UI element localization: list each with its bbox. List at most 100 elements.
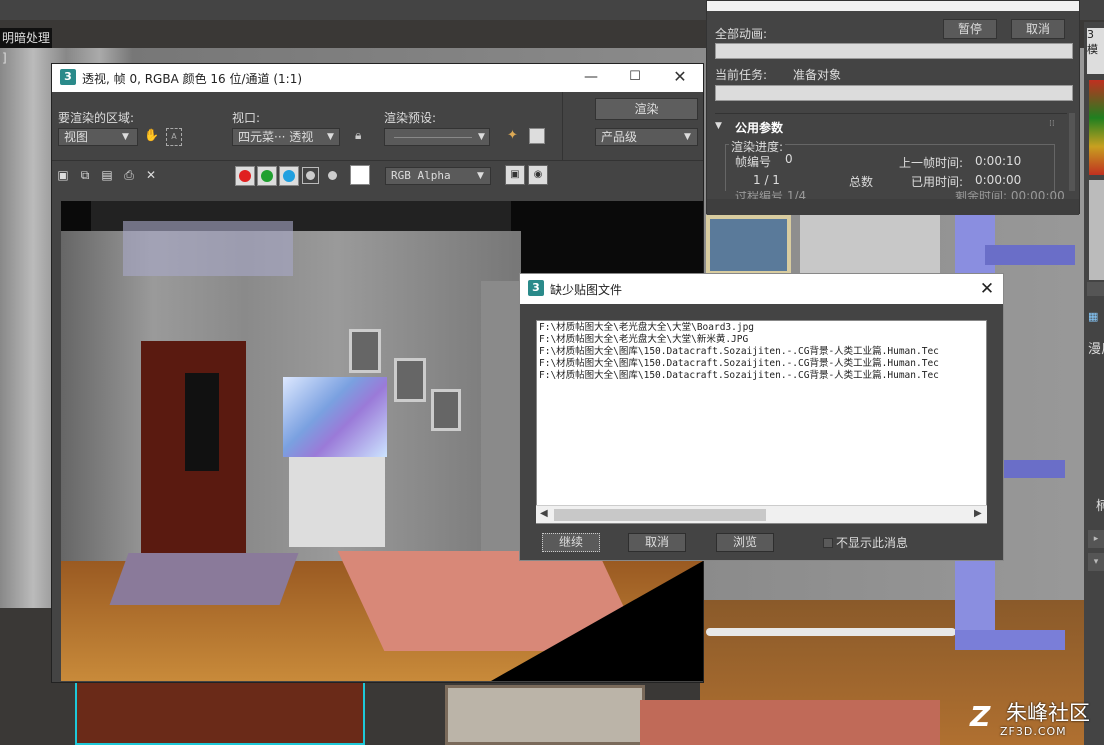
dialog-title-bar[interactable]: 3 缺少贴图文件 ✕ xyxy=(520,274,1003,304)
scene-shelf xyxy=(985,245,1075,265)
production-level-select[interactable]: 产品级 xyxy=(595,128,698,146)
render-rug-left xyxy=(109,553,299,605)
app-logo-icon: 3 xyxy=(60,69,76,85)
panel-button[interactable] xyxy=(1087,282,1104,296)
browse-button[interactable]: 浏览 xyxy=(716,533,774,552)
dropdown-arrow-icon[interactable]: ▼ xyxy=(122,128,129,146)
rollout-title[interactable]: 公用参数 xyxy=(735,119,783,136)
viewport-label[interactable]: 明暗处理 ] xyxy=(0,28,52,65)
render-button[interactable]: 渲染 xyxy=(595,98,698,120)
frame-number-value: 0 xyxy=(785,152,793,166)
toolbar-divider xyxy=(562,92,563,160)
render-preset-label: 渲染预设: xyxy=(384,111,437,125)
dialog-title: 缺少贴图文件 xyxy=(550,283,623,297)
material-preview-swatch[interactable] xyxy=(1089,80,1104,175)
window-title-bar[interactable] xyxy=(707,1,1079,11)
remaining-time-label: 剩余时间: 00:00:00 xyxy=(955,191,1065,199)
list-item[interactable]: F:\材质帖图大全\图库\150.Datacraft.Sozaijiten.-.… xyxy=(539,370,939,382)
window-title-bar[interactable]: 3 透视, 帧 0, RGBA 颜色 16 位/通道 (1:1) — ☐ ✕ xyxy=(52,64,703,92)
scene-rug xyxy=(445,685,645,745)
overlay-toggle-icon[interactable]: ◉ xyxy=(528,165,548,185)
dont-show-label[interactable]: 不显示此消息 xyxy=(836,534,908,551)
missing-files-list[interactable]: F:\材质帖图大全\老光盘大全\大堂\Board3.jpg F:\材质帖图大全\… xyxy=(536,320,987,524)
pause-button[interactable]: 暂停 xyxy=(943,19,997,39)
panel-label: 漫反 xyxy=(1088,342,1104,357)
clipped-row: 过程编号 1/4 剩余时间: 00:00:00 xyxy=(707,191,1079,199)
list-item[interactable]: F:\材质帖图大全\老光盘大全\大堂\Board3.jpg xyxy=(539,322,754,334)
viewport-label: 视口: xyxy=(232,111,261,125)
elapsed-time-label: 已用时间: xyxy=(911,175,964,189)
task-progress-bar xyxy=(715,85,1073,101)
dropdown-arrow-icon[interactable]: ▾ xyxy=(1088,553,1104,571)
command-panel-tab[interactable]: 3 模 xyxy=(1087,28,1104,74)
watermark-url: ZF3D.COM xyxy=(1000,725,1067,738)
checker-icon[interactable]: ▦ xyxy=(1088,310,1104,324)
render-setup-icon[interactable]: ✦ xyxy=(507,128,523,146)
frame-number-label: 帧编号 xyxy=(735,155,772,169)
scene-shelf xyxy=(955,630,1065,650)
watermark: Z 朱峰社区 ZF3D.COM xyxy=(970,697,1104,745)
blue-channel-toggle[interactable] xyxy=(279,166,299,186)
maximize-button[interactable]: ☐ xyxy=(624,66,646,88)
scene-selected-object xyxy=(75,680,365,745)
material-preview-swatch[interactable] xyxy=(1089,180,1104,280)
render-tv xyxy=(283,377,387,457)
all-animation-label: 全部动画: xyxy=(715,27,768,41)
scroll-left-icon[interactable]: ◀ xyxy=(540,508,548,519)
clone-icon[interactable]: ▤ xyxy=(99,167,115,183)
red-channel-toggle[interactable] xyxy=(235,166,255,186)
dont-show-checkbox[interactable] xyxy=(823,538,833,548)
dropdown-arrow-icon[interactable]: ▼ xyxy=(684,128,691,146)
collapse-arrow-icon[interactable]: ▼ xyxy=(715,121,722,131)
close-button[interactable]: ✕ xyxy=(975,277,999,301)
horizontal-scrollbar[interactable]: ◀ ▶ xyxy=(536,505,987,523)
current-task-label: 当前任务: xyxy=(715,68,768,82)
close-button[interactable]: ✕ xyxy=(669,66,691,88)
list-item[interactable]: F:\材质帖图大全\图库\150.Datacraft.Sozaijiten.-.… xyxy=(539,346,939,358)
environment-icon[interactable] xyxy=(529,128,545,144)
render-frame xyxy=(431,389,461,431)
cancel-button[interactable]: 取消 xyxy=(1011,19,1065,39)
green-channel-toggle[interactable] xyxy=(257,166,277,186)
scene-picture-frame xyxy=(706,215,791,275)
drag-handle-icon[interactable]: ⁞⁞ xyxy=(1049,119,1055,129)
window-title: 透视, 帧 0, RGBA 颜色 16 位/通道 (1:1) xyxy=(82,72,303,86)
copy-icon[interactable]: ⧉ xyxy=(77,167,93,183)
preset-separator xyxy=(394,137,472,138)
minimize-button[interactable]: — xyxy=(580,66,602,88)
dropdown-arrow-icon[interactable]: ▼ xyxy=(477,167,484,185)
monochrome-toggle[interactable] xyxy=(328,171,337,180)
list-item[interactable]: F:\材质帖图大全\老光盘大全\大堂\新米黄.JPG xyxy=(539,334,748,346)
clear-icon[interactable]: ✕ xyxy=(143,167,159,183)
save-icon[interactable]: ▣ xyxy=(55,167,71,183)
render-frame xyxy=(394,358,426,402)
alpha-channel-toggle[interactable] xyxy=(302,167,319,184)
pan-hand-icon[interactable]: ✋ xyxy=(144,128,160,146)
render-frame xyxy=(349,329,381,373)
region-select-icon[interactable]: A xyxy=(166,128,182,146)
dropdown-arrow-icon[interactable]: ▼ xyxy=(478,128,485,146)
elapsed-time-value: 0:00:00 xyxy=(975,173,1022,187)
viewport-select[interactable]: 四元菜··· 透视 xyxy=(232,128,340,146)
lock-icon[interactable]: 🔒︎ xyxy=(355,128,371,146)
expand-arrow-icon[interactable]: ▸ xyxy=(1088,530,1104,548)
render-ceiling-light xyxy=(123,221,293,276)
scrollbar[interactable] xyxy=(1069,113,1075,193)
area-to-render-label: 要渲染的区域: xyxy=(58,111,135,125)
print-icon[interactable]: ⎙ xyxy=(121,167,137,183)
color-swatch[interactable] xyxy=(350,165,370,185)
scroll-right-icon[interactable]: ▶ xyxy=(974,508,982,519)
cancel-button[interactable]: 取消 xyxy=(628,533,686,552)
list-item[interactable]: F:\材质帖图大全\图库\150.Datacraft.Sozaijiten.-.… xyxy=(539,358,939,370)
continue-button[interactable]: 继续 xyxy=(542,533,600,552)
watermark-name: 朱峰社区 xyxy=(1006,701,1090,725)
missing-maps-dialog: 3 缺少贴图文件 ✕ F:\材质帖图大全\老光盘大全\大堂\Board3.jpg… xyxy=(519,273,1004,561)
channel-display-select[interactable]: RGB Alpha xyxy=(385,167,491,185)
animation-progress-bar xyxy=(715,43,1073,59)
render-progress-window: 全部动画: 暂停 取消 当前任务: 准备对象 ▼ 公用参数 ⁞⁞ 渲染进度: 帧… xyxy=(706,0,1080,215)
display-toggle-icon[interactable]: ▣ xyxy=(505,165,525,185)
scrollbar-thumb[interactable] xyxy=(554,509,766,521)
dropdown-arrow-icon[interactable]: ▼ xyxy=(327,128,334,146)
scene-pipe xyxy=(706,628,956,636)
pass-number-label: 过程编号 1/4 xyxy=(735,191,807,199)
